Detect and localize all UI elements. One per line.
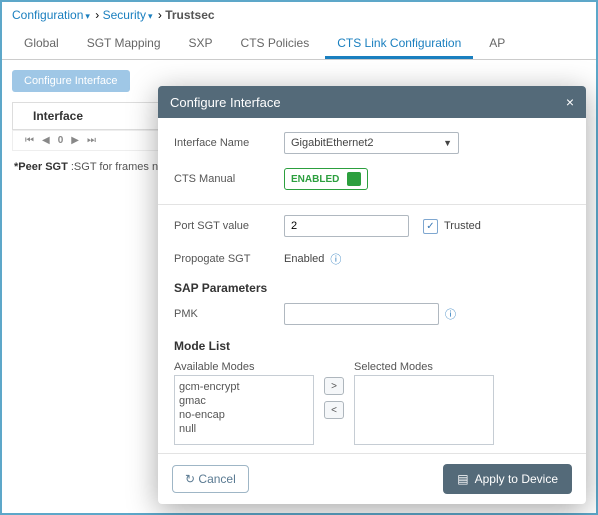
configure-interface-button[interactable]: Configure Interface <box>12 70 130 92</box>
apply-label: Apply to Device <box>475 472 558 486</box>
tab-cts-policies[interactable]: CTS Policies <box>229 30 322 59</box>
trusted-label: Trusted <box>444 220 481 232</box>
cts-manual-value: ENABLED <box>291 174 339 185</box>
interface-name-label: Interface Name <box>174 137 284 149</box>
available-modes-label: Available Modes <box>174 361 314 373</box>
list-item[interactable]: no-encap <box>179 408 309 422</box>
configure-interface-modal: Configure Interface × Interface Name Gig… <box>158 86 586 504</box>
pager-next-icon[interactable]: ▶ <box>71 135 79 146</box>
crumb-current: Trustsec <box>165 8 214 22</box>
list-item[interactable]: null <box>179 422 309 436</box>
available-modes-list[interactable]: gcm-encrypt gmac no-encap null <box>174 375 314 445</box>
pmk-label: PMK <box>174 308 284 320</box>
crumb-configuration[interactable]: Configuration <box>12 8 83 22</box>
move-right-button[interactable]: > <box>324 377 344 395</box>
pager-prev-icon[interactable]: ◀ <box>42 135 50 146</box>
selected-modes-label: Selected Modes <box>354 361 494 373</box>
interface-name-select[interactable]: GigabitEthernet2 ▼ <box>284 132 459 154</box>
list-item[interactable]: gmac <box>179 394 309 408</box>
list-item[interactable]: gcm-encrypt <box>179 380 309 394</box>
footnote-label: *Peer SGT <box>14 161 68 173</box>
tab-cts-link-config[interactable]: CTS Link Configuration <box>325 30 473 59</box>
undo-icon: ↻ <box>185 472 195 486</box>
propagate-sgt-label: Propogate SGT <box>174 253 284 265</box>
info-icon[interactable]: ⓘ <box>330 251 341 267</box>
device-icon: ▤ <box>457 472 468 486</box>
cts-manual-label: CTS Manual <box>174 173 284 185</box>
tab-sxp[interactable]: SXP <box>177 30 225 59</box>
crumb-sep: › <box>95 8 99 22</box>
move-left-button[interactable]: < <box>324 401 344 419</box>
propagate-sgt-value: Enabled <box>284 253 324 265</box>
sap-parameters-heading: SAP Parameters <box>174 281 570 295</box>
modal-title: Configure Interface <box>170 95 281 110</box>
chevron-down-icon: ▼ <box>443 138 452 148</box>
cancel-label: Cancel <box>198 472 235 486</box>
breadcrumb: Configuration▾ › Security▾ › Trustsec <box>2 2 596 26</box>
tab-ap[interactable]: AP <box>477 30 517 59</box>
footnote-text: :SGT for frames not <box>68 161 167 173</box>
tab-sgt-mapping[interactable]: SGT Mapping <box>75 30 173 59</box>
cts-manual-toggle[interactable]: ENABLED <box>284 168 368 190</box>
cancel-button[interactable]: ↻ Cancel <box>172 465 249 493</box>
mode-list-heading: Mode List <box>174 339 570 353</box>
crumb-sep: › <box>158 8 162 22</box>
pager-last-icon[interactable]: ⏭ <box>87 135 96 146</box>
close-icon[interactable]: × <box>566 94 574 110</box>
divider <box>158 204 586 205</box>
apply-to-device-button[interactable]: ▤ Apply to Device <box>443 464 572 494</box>
crumb-security[interactable]: Security <box>103 8 146 22</box>
info-icon[interactable]: ⓘ <box>445 306 456 322</box>
pmk-input[interactable] <box>284 303 439 325</box>
selected-modes-list[interactable] <box>354 375 494 445</box>
tab-global[interactable]: Global <box>12 30 71 59</box>
modal-header: Configure Interface × <box>158 86 586 118</box>
toggle-switch-icon <box>347 172 361 186</box>
trusted-checkbox[interactable]: ✓ <box>423 219 438 234</box>
pager-page: 0 <box>58 135 64 146</box>
tab-bar: Global SGT Mapping SXP CTS Policies CTS … <box>2 26 596 60</box>
pager-first-icon[interactable]: ⏮ <box>25 135 34 146</box>
port-sgt-label: Port SGT value <box>174 220 284 232</box>
interface-name-value: GigabitEthernet2 <box>291 137 374 149</box>
port-sgt-input[interactable] <box>284 215 409 237</box>
